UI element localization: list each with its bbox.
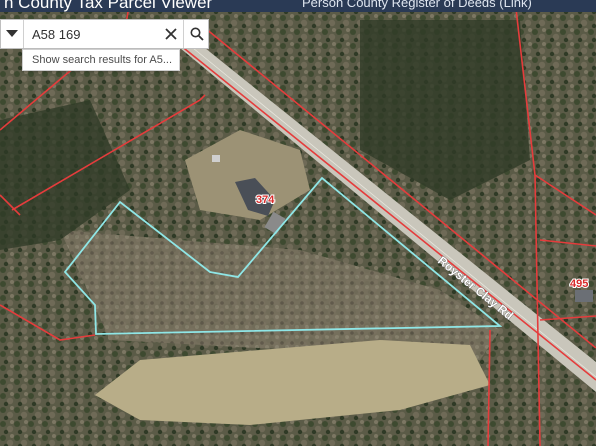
shed xyxy=(212,155,220,162)
close-icon xyxy=(165,28,177,40)
search-input[interactable] xyxy=(24,22,170,46)
header-bar: n County Tax Parcel Viewer Person County… xyxy=(0,0,596,12)
search-widget xyxy=(0,19,209,49)
building-495 xyxy=(575,290,593,302)
clear-search-button[interactable] xyxy=(159,22,183,46)
parcel-label: 495 xyxy=(570,278,588,290)
search-button[interactable] xyxy=(183,20,210,48)
search-source-dropdown[interactable] xyxy=(1,20,24,48)
caret-down-icon xyxy=(6,30,18,37)
search-suggestions: Show search results for A5... xyxy=(22,49,180,71)
search-icon xyxy=(190,27,204,41)
register-of-deeds-link[interactable]: Person County Register of Deeds (Link) xyxy=(302,0,532,10)
parcel-label: 374 xyxy=(256,194,275,206)
suggestion-show-results[interactable]: Show search results for A5... xyxy=(32,54,172,66)
app-title: n County Tax Parcel Viewer xyxy=(4,0,213,12)
